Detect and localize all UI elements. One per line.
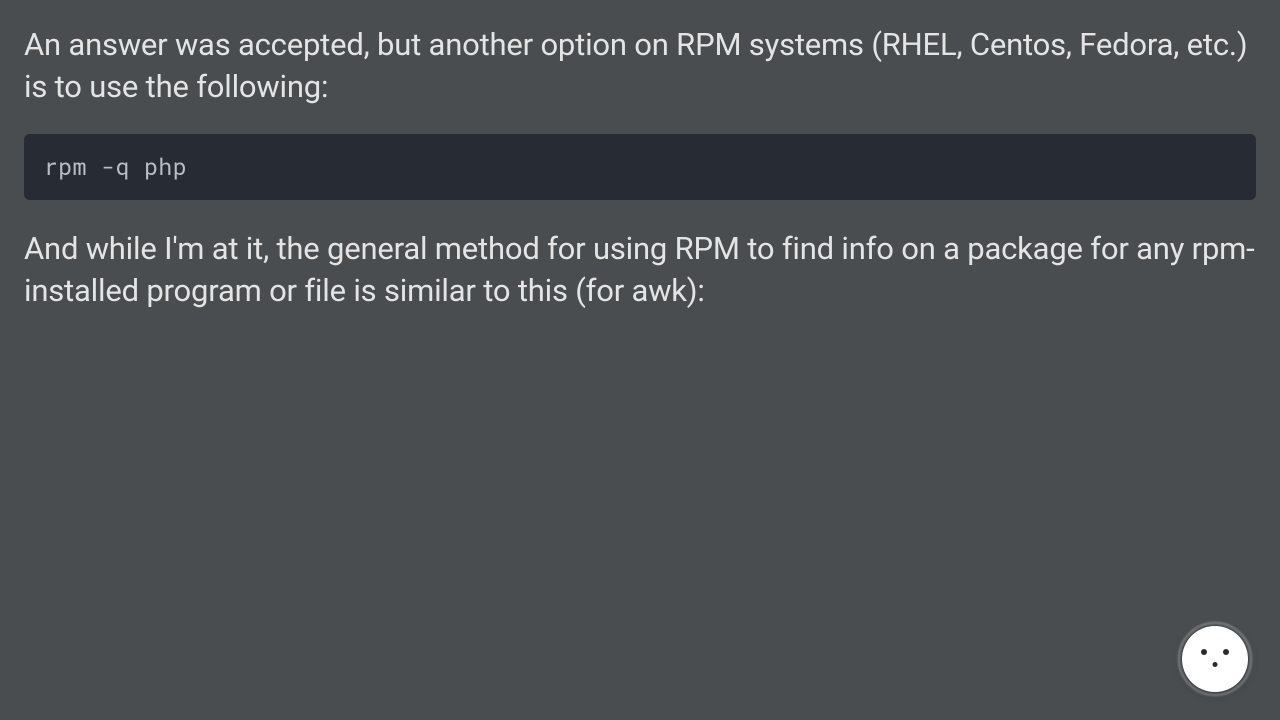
answer-paragraph-2: And while I'm at it, the general method … xyxy=(24,228,1256,312)
code-block-1: rpm -q php xyxy=(24,134,1256,200)
answer-paragraph-1: An answer was accepted, but another opti… xyxy=(24,24,1256,108)
chat-widget-button[interactable] xyxy=(1182,626,1248,692)
code-text-1: rpm -q php xyxy=(44,152,187,182)
chat-face-icon xyxy=(1195,647,1235,671)
